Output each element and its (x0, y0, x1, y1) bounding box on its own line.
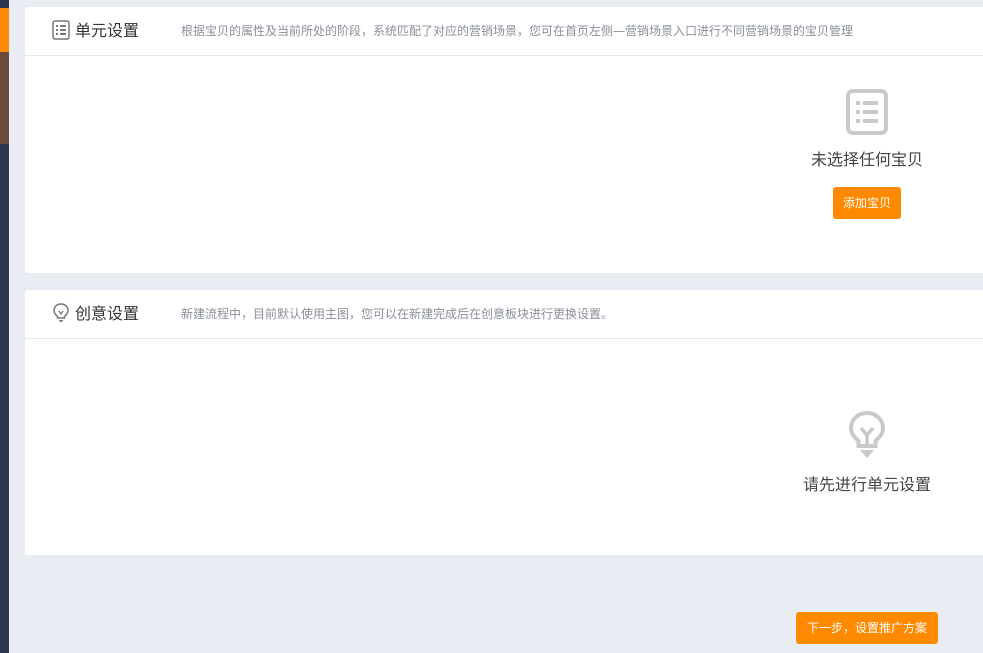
configure-unit-first-text: 请先进行单元设置 (802, 475, 931, 494)
unit-settings-title: 单元设置 (75, 21, 140, 40)
creative-settings-header: 创意设置 新建流程中，目前默认使用主图，您可以在新建完成后在创意板块进行更换设置… (25, 290, 983, 339)
creative-settings-card: 创意设置 新建流程中，目前默认使用主图，您可以在新建完成后在创意板块进行更换设置… (25, 290, 983, 555)
unit-empty-state: 未选择任何宝贝 添加宝贝 (785, 89, 949, 219)
unit-settings-description: 根据宝贝的属性及当前所处的阶段，系统匹配了对应的营销场景，您可在首页左侧—营销场… (181, 24, 854, 38)
list-icon (846, 89, 888, 135)
unit-settings-card: 单元设置 根据宝贝的属性及当前所处的阶段，系统匹配了对应的营销场景，您可在首页左… (25, 7, 983, 273)
left-sidebar-rail (0, 0, 9, 653)
lightbulb-icon (848, 410, 886, 458)
lightbulb-icon (53, 303, 69, 323)
no-item-selected-text: 未选择任何宝贝 (810, 150, 923, 169)
unit-settings-header: 单元设置 根据宝贝的属性及当前所处的阶段，系统匹配了对应的营销场景，您可在首页左… (25, 7, 983, 56)
add-item-button[interactable]: 添加宝贝 (833, 187, 901, 219)
creative-settings-description: 新建流程中，目前默认使用主图，您可以在新建完成后在创意板块进行更换设置。 (181, 307, 614, 321)
active-nav-indicator (0, 8, 9, 52)
creative-settings-title: 创意设置 (75, 304, 140, 323)
list-icon (52, 20, 70, 40)
next-step-button[interactable]: 下一步，设置推广方案 (796, 612, 938, 644)
creative-empty-state: 请先进行单元设置 (785, 410, 949, 496)
sidebar-thumbnail (0, 52, 9, 144)
